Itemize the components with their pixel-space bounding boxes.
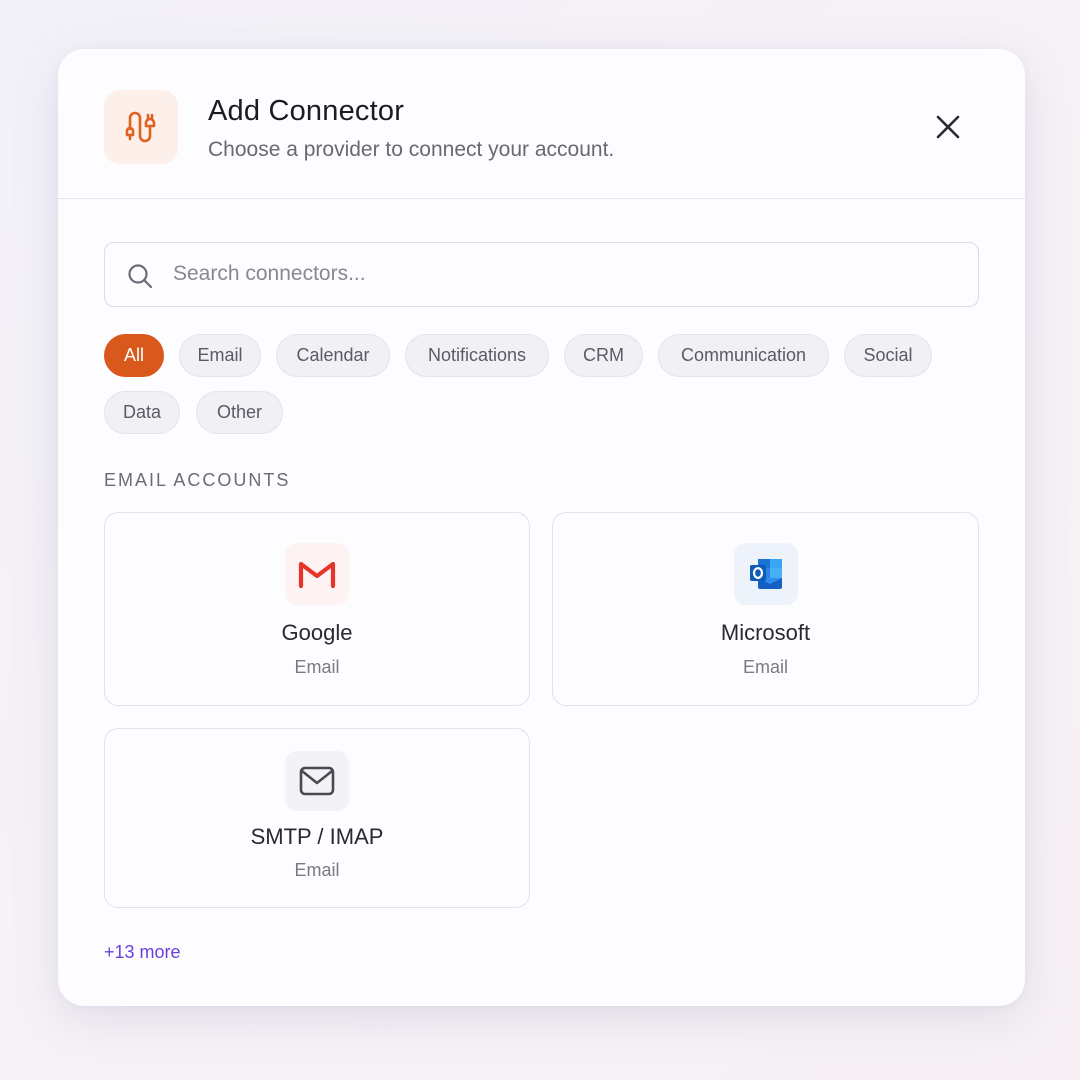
dialog-title: Add Connector (208, 95, 405, 127)
close-button[interactable] (928, 107, 968, 147)
search-field[interactable] (104, 242, 979, 307)
dialog-subtitle: Choose a provider to connect your accoun… (208, 138, 615, 161)
show-more-link[interactable]: +13 more (104, 942, 181, 963)
connector-name: Microsoft (720, 620, 811, 645)
filter-chip-other[interactable]: Other (196, 391, 283, 434)
connector-type: Email (742, 657, 788, 677)
filter-chip-data[interactable]: Data (104, 391, 180, 434)
connector-card-smtp-imap[interactable]: SMTP / IMAP Email (104, 728, 530, 908)
outlook-icon (733, 543, 798, 605)
filter-chip-all[interactable]: All (104, 334, 164, 377)
connector-name: Google (281, 620, 353, 645)
connector-card-microsoft[interactable]: Microsoft Email (552, 512, 979, 706)
filter-chip-communication[interactable]: Communication (658, 334, 829, 377)
dialog-header: Add Connector Choose a provider to conne… (58, 49, 1025, 199)
gmail-icon (285, 543, 349, 605)
close-icon (936, 115, 960, 139)
connector-type: Email (294, 860, 340, 880)
filter-chip-email[interactable]: Email (179, 334, 261, 377)
filter-chip-social[interactable]: Social (844, 334, 932, 377)
filter-chip-crm[interactable]: CRM (564, 334, 643, 377)
connector-name: SMTP / IMAP (250, 824, 384, 849)
section-heading: EMAIL ACCOUNTS (104, 470, 291, 490)
plug-icon (104, 90, 178, 164)
filter-chip-notifications[interactable]: Notifications (405, 334, 549, 377)
filter-chip-calendar[interactable]: Calendar (276, 334, 390, 377)
search-input[interactable] (173, 243, 963, 305)
search-icon (127, 263, 153, 294)
connector-type: Email (294, 657, 340, 677)
connector-card-google[interactable]: Google Email (104, 512, 530, 706)
envelope-icon (285, 751, 349, 811)
add-connector-dialog: Add Connector Choose a provider to conne… (58, 49, 1025, 1006)
